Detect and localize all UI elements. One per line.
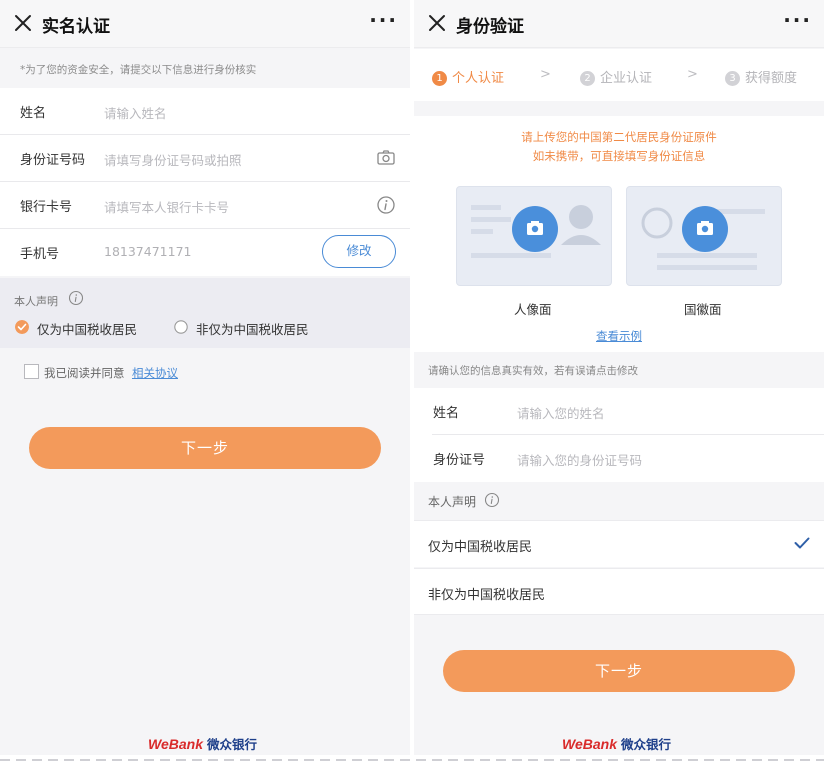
declaration-section: 本人声明 仅为中国税收居民 非仅为中国税收居民 [0,278,410,348]
id-number-input[interactable]: 请填写身份证号码或拍照 [104,150,242,169]
brand-name: 微众银行 [620,737,671,752]
id-front-upload-card[interactable] [456,186,612,286]
radio-checked-icon [15,320,29,334]
step-personal: 1 个人认证 [432,67,504,86]
phone-value: 18137471171 [104,244,192,259]
front-side-label: 人像面 [514,302,552,317]
step-label: 企业认证 [600,71,653,86]
step-label: 个人认证 [452,71,505,86]
name-label: 姓名 [20,106,47,121]
name-row: 姓名 请输入您的姓名 [432,388,824,435]
upload-hint-line-1: 请上传您的中国第二代居民身份证原件 [521,130,717,144]
phone-label: 手机号 [20,247,60,262]
info-icon[interactable] [484,492,500,508]
bank-card-label: 银行卡号 [20,200,73,215]
declaration-heading: 本人声明 [428,495,477,509]
identity-verify-screen: 身份验证 ··· 1 个人认证 > 2 企业认证 > 3 获得额度 请上传您的中国第二… [414,0,824,755]
confirm-notice: 请确认您的信息真实有效，若有误请点击修改 [428,365,638,377]
name-input[interactable]: 请输入您的姓名 [517,403,605,422]
camera-icon [682,206,728,252]
step-number: 1 [432,71,447,86]
top-bar: 实名认证 ··· [0,0,410,48]
page-title: 实名认证 [42,17,110,37]
webank-logo: WeBank 微众银行 [562,734,671,753]
agreement-text: 我已阅读并同意 [44,366,125,380]
upload-hint: 请上传您的中国第二代居民身份证原件 如未携带，可直接填写身份证信息 [414,128,824,166]
step-number: 3 [725,71,740,86]
camera-icon [512,206,558,252]
id-number-label: 身份证号码 [20,153,86,168]
step-quota: 3 获得额度 [725,67,797,86]
view-example-link[interactable]: 查看示例 [596,328,642,344]
security-notice: *为了您的资金安全，请提交以下信息进行身份核实 [0,49,410,87]
brand-wordmark: WeBank [148,736,203,752]
not-only-tax-resident-option[interactable]: 非仅为中国税收居民 [414,568,824,615]
close-icon[interactable] [426,12,448,34]
phone-row: 手机号 18137471171 修改 [0,229,410,276]
identity-form: 姓名 请输入您的姓名 身份证号 请输入您的身份证号码 [414,388,824,482]
page-title: 身份验证 [456,17,524,37]
camera-icon[interactable] [376,148,396,168]
id-number-row: 身份证号 请输入您的身份证号码 [432,435,824,482]
next-step-button[interactable]: 下一步 [29,427,381,469]
step-label: 获得额度 [745,71,798,86]
more-menu-icon[interactable]: ··· [369,8,398,32]
edit-phone-button[interactable]: 修改 [322,235,396,268]
tax-resident-only-label: 仅为中国税收居民 [428,540,533,555]
brand-name: 微众银行 [206,737,257,752]
agreement-link[interactable]: 相关协议 [132,365,178,381]
bank-card-input[interactable]: 请填写本人银行卡卡号 [104,197,229,216]
radio-unchecked-icon [174,320,188,334]
webank-logo: WeBank 微众银行 [148,734,257,753]
checkmark-icon [794,537,810,549]
id-number-input[interactable]: 请输入您的身份证号码 [517,450,642,469]
name-label: 姓名 [433,406,460,421]
info-icon[interactable] [68,290,84,306]
step-enterprise: 2 企业认证 [580,67,652,86]
chevron-right-icon: > [687,67,698,82]
more-menu-icon[interactable]: ··· [783,8,812,32]
id-number-label: 身份证号 [433,453,486,468]
progress-steps: 1 个人认证 > 2 企业认证 > 3 获得额度 [414,49,824,101]
not-only-tax-resident-label: 非仅为中国税收居民 [196,322,309,337]
bank-card-row: 银行卡号 请填写本人银行卡卡号 [0,182,410,229]
chevron-right-icon: > [540,67,551,82]
declaration-heading: 本人声明 [14,295,58,308]
id-upload-section: 请上传您的中国第二代居民身份证原件 如未携带，可直接填写身份证信息 人像面 国徽… [414,116,824,352]
brand-wordmark: WeBank [562,736,617,752]
id-back-upload-card[interactable] [626,186,782,286]
id-number-row: 身份证号码 请填写身份证号码或拍照 [0,135,410,182]
next-step-button[interactable]: 下一步 [443,650,795,692]
not-only-tax-resident-label: 非仅为中国税收居民 [428,588,546,603]
top-bar: 身份验证 ··· [414,0,824,48]
info-icon[interactable] [376,195,396,215]
name-row: 姓名 请输入姓名 [0,88,410,135]
identity-form: 姓名 请输入姓名 身份证号码 请填写身份证号码或拍照 银行卡号 请填写本人银行卡… [0,88,410,276]
tax-resident-only-label: 仅为中国税收居民 [37,322,138,337]
tax-resident-only-option[interactable]: 仅为中国税收居民 [414,520,824,567]
agreement-checkbox[interactable] [24,364,39,379]
bottom-dashed-border [0,759,824,761]
step-number: 2 [580,71,595,86]
realname-auth-screen: 实名认证 ··· *为了您的资金安全，请提交以下信息进行身份核实 姓名 请输入姓… [0,0,410,755]
name-input[interactable]: 请输入姓名 [104,103,167,122]
back-side-label: 国徽面 [684,302,722,317]
upload-hint-line-2: 如未携带，可直接填写身份证信息 [532,149,706,163]
close-icon[interactable] [12,12,34,34]
